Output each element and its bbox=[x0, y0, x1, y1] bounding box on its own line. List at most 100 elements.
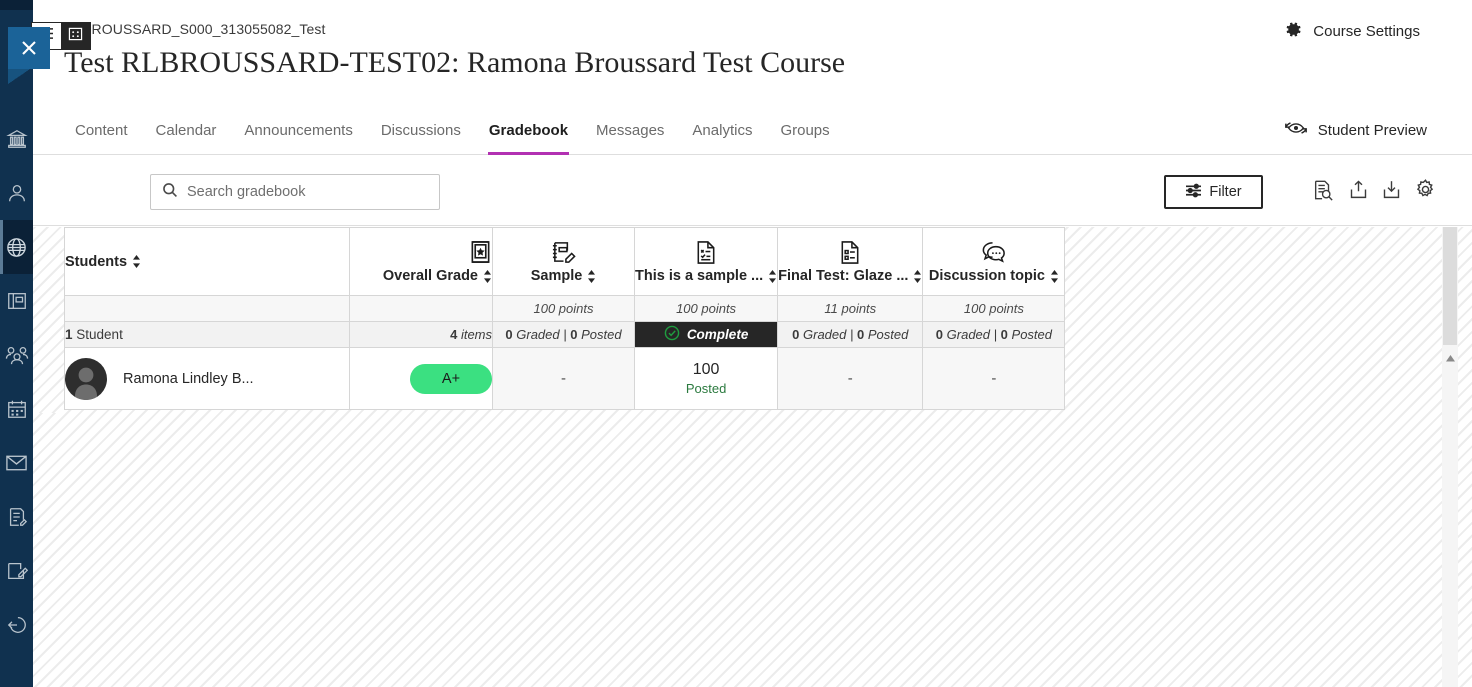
tools-icon bbox=[6, 560, 28, 582]
rail-item-profile[interactable] bbox=[0, 166, 33, 220]
student-name-cell[interactable]: Ramona Lindley B... bbox=[64, 347, 350, 410]
rail-item-institution[interactable] bbox=[0, 112, 33, 166]
rail-item-courses[interactable] bbox=[0, 220, 33, 274]
student-preview-label: Student Preview bbox=[1317, 121, 1427, 139]
close-icon bbox=[22, 41, 36, 55]
close-button-tail bbox=[8, 69, 30, 84]
breadcrumb: RLBROUSSARD_S000_313055082_Test bbox=[64, 21, 326, 37]
course-settings-label: Course Settings bbox=[1313, 23, 1420, 40]
calendar-icon bbox=[6, 398, 28, 420]
gradebook-settings-button[interactable] bbox=[1412, 179, 1438, 205]
summary-student-number: 1 bbox=[65, 327, 73, 342]
complete-label: Complete bbox=[686, 327, 749, 342]
tab-analytics[interactable]: Analytics bbox=[678, 105, 766, 155]
check-circle-icon bbox=[664, 325, 680, 344]
avatar bbox=[65, 357, 107, 400]
summary-final-test-status: 0 Graded | 0 Posted bbox=[777, 321, 924, 348]
summary-final-posted-label: Posted bbox=[867, 327, 909, 342]
summary-disc-graded-label: Graded bbox=[946, 327, 991, 342]
summary-sample-graded-label: Graded bbox=[516, 327, 560, 342]
summary-sep: | bbox=[563, 327, 567, 342]
summary-items-number: 4 bbox=[450, 327, 458, 342]
filter-button[interactable]: Filter bbox=[1164, 175, 1263, 209]
overall-grade-icon bbox=[469, 239, 492, 265]
sort-icon[interactable] bbox=[768, 269, 777, 283]
rail-item-tools[interactable] bbox=[0, 544, 33, 598]
rail-icon-list bbox=[0, 112, 33, 652]
column-header-discussion[interactable]: Discussion topic bbox=[922, 227, 1066, 296]
profile-icon bbox=[6, 182, 28, 204]
student-final-test-cell[interactable]: - bbox=[777, 347, 924, 410]
student-preview-button[interactable]: Student Preview bbox=[1284, 105, 1427, 155]
caret-up-icon[interactable] bbox=[1446, 349, 1455, 367]
column-header-sample-test[interactable]: This is a sample ... bbox=[633, 227, 779, 296]
globe-icon bbox=[5, 236, 28, 259]
tab-messages[interactable]: Messages bbox=[582, 105, 678, 155]
course-nav-tabs: Content Calendar Announcements Discussio… bbox=[61, 105, 844, 155]
download-button[interactable] bbox=[1378, 179, 1404, 205]
rail-top-strip bbox=[0, 0, 33, 10]
gradebook-table: Students Overall Grade Sample This is a … bbox=[64, 227, 1066, 410]
summary-sample-posted-count: 0 bbox=[570, 327, 578, 342]
column-header-sample[interactable]: Sample bbox=[492, 227, 635, 296]
eye-preview-icon bbox=[1284, 119, 1308, 141]
organizations-icon bbox=[6, 290, 28, 312]
cell-score: 100 bbox=[692, 360, 720, 378]
rail-item-groups[interactable] bbox=[0, 328, 33, 382]
tab-announcements[interactable]: Announcements bbox=[230, 105, 366, 155]
course-nav: Content Calendar Announcements Discussio… bbox=[33, 105, 1472, 155]
search-input[interactable] bbox=[187, 184, 422, 200]
summary-student-count: 1 Student bbox=[64, 321, 350, 348]
tab-gradebook[interactable]: Gradebook bbox=[475, 105, 582, 155]
vertical-scrollbar[interactable] bbox=[1442, 227, 1458, 687]
tab-discussions[interactable]: Discussions bbox=[367, 105, 475, 155]
document-search-button[interactable] bbox=[1310, 179, 1336, 205]
student-discussion-cell[interactable]: - bbox=[922, 347, 1066, 410]
grades-icon bbox=[6, 506, 28, 528]
rail-item-organizations[interactable] bbox=[0, 274, 33, 328]
grade-pill[interactable]: A+ bbox=[410, 363, 492, 394]
course-settings-button[interactable]: Course Settings bbox=[1284, 20, 1420, 43]
sort-icon[interactable] bbox=[132, 255, 141, 268]
points-row: 100 points 100 points 11 points 100 poin… bbox=[64, 295, 1066, 322]
summary-sample-posted-label: Posted bbox=[581, 327, 622, 342]
cell-value: - bbox=[991, 369, 997, 387]
student-sample-cell[interactable]: - bbox=[492, 347, 635, 410]
upload-icon bbox=[1348, 179, 1369, 205]
summary-final-graded-label: Graded bbox=[803, 327, 847, 342]
column-label-discussion: Discussion topic bbox=[928, 268, 1045, 284]
search-gradebook-box[interactable] bbox=[150, 174, 440, 210]
sort-icon[interactable] bbox=[587, 269, 596, 283]
rail-item-grades[interactable] bbox=[0, 490, 33, 544]
sort-icon[interactable] bbox=[913, 269, 922, 283]
close-button[interactable] bbox=[8, 27, 50, 69]
column-header-final-test[interactable]: Final Test: Glaze ... bbox=[777, 227, 924, 296]
course-header: RLBROUSSARD_S000_313055082_Test Test RLB… bbox=[33, 0, 1472, 105]
sort-icon[interactable] bbox=[1050, 269, 1059, 283]
column-label-final-test: Final Test: Glaze ... bbox=[778, 268, 909, 284]
tab-calendar[interactable]: Calendar bbox=[142, 105, 231, 155]
upload-button[interactable] bbox=[1345, 179, 1371, 205]
summary-sample-test-status[interactable]: Complete bbox=[633, 321, 779, 348]
tab-groups[interactable]: Groups bbox=[766, 105, 843, 155]
rail-item-messages[interactable] bbox=[0, 436, 33, 490]
summary-sample-status: 0 Graded | 0 Posted bbox=[492, 321, 635, 348]
grid-view-icon bbox=[68, 27, 83, 46]
column-header-students[interactable]: Students bbox=[64, 227, 350, 296]
student-sample-test-cell[interactable]: 100 Posted bbox=[633, 347, 779, 410]
summary-row: 1 Student 4 items 0 Graded | 0 Posted Co… bbox=[64, 321, 1066, 348]
column-header-overall-grade[interactable]: Overall Grade bbox=[349, 227, 493, 296]
rail-item-signout[interactable] bbox=[0, 598, 33, 652]
grid-view-button[interactable] bbox=[61, 23, 90, 49]
cell-posted-status: Posted bbox=[685, 380, 727, 396]
tab-content[interactable]: Content bbox=[61, 105, 142, 155]
rail-item-calendar[interactable] bbox=[0, 382, 33, 436]
form-icon bbox=[839, 239, 861, 265]
vertical-scrollbar-thumb[interactable] bbox=[1443, 227, 1457, 345]
column-label-overall-grade: Overall Grade bbox=[382, 268, 478, 284]
filter-label: Filter bbox=[1209, 184, 1242, 200]
summary-disc-posted-count: 0 bbox=[1000, 327, 1008, 342]
summary-sample-graded-count: 0 bbox=[505, 327, 513, 342]
student-overall-grade-cell[interactable]: A+ bbox=[349, 347, 493, 410]
sort-icon[interactable] bbox=[483, 269, 492, 283]
